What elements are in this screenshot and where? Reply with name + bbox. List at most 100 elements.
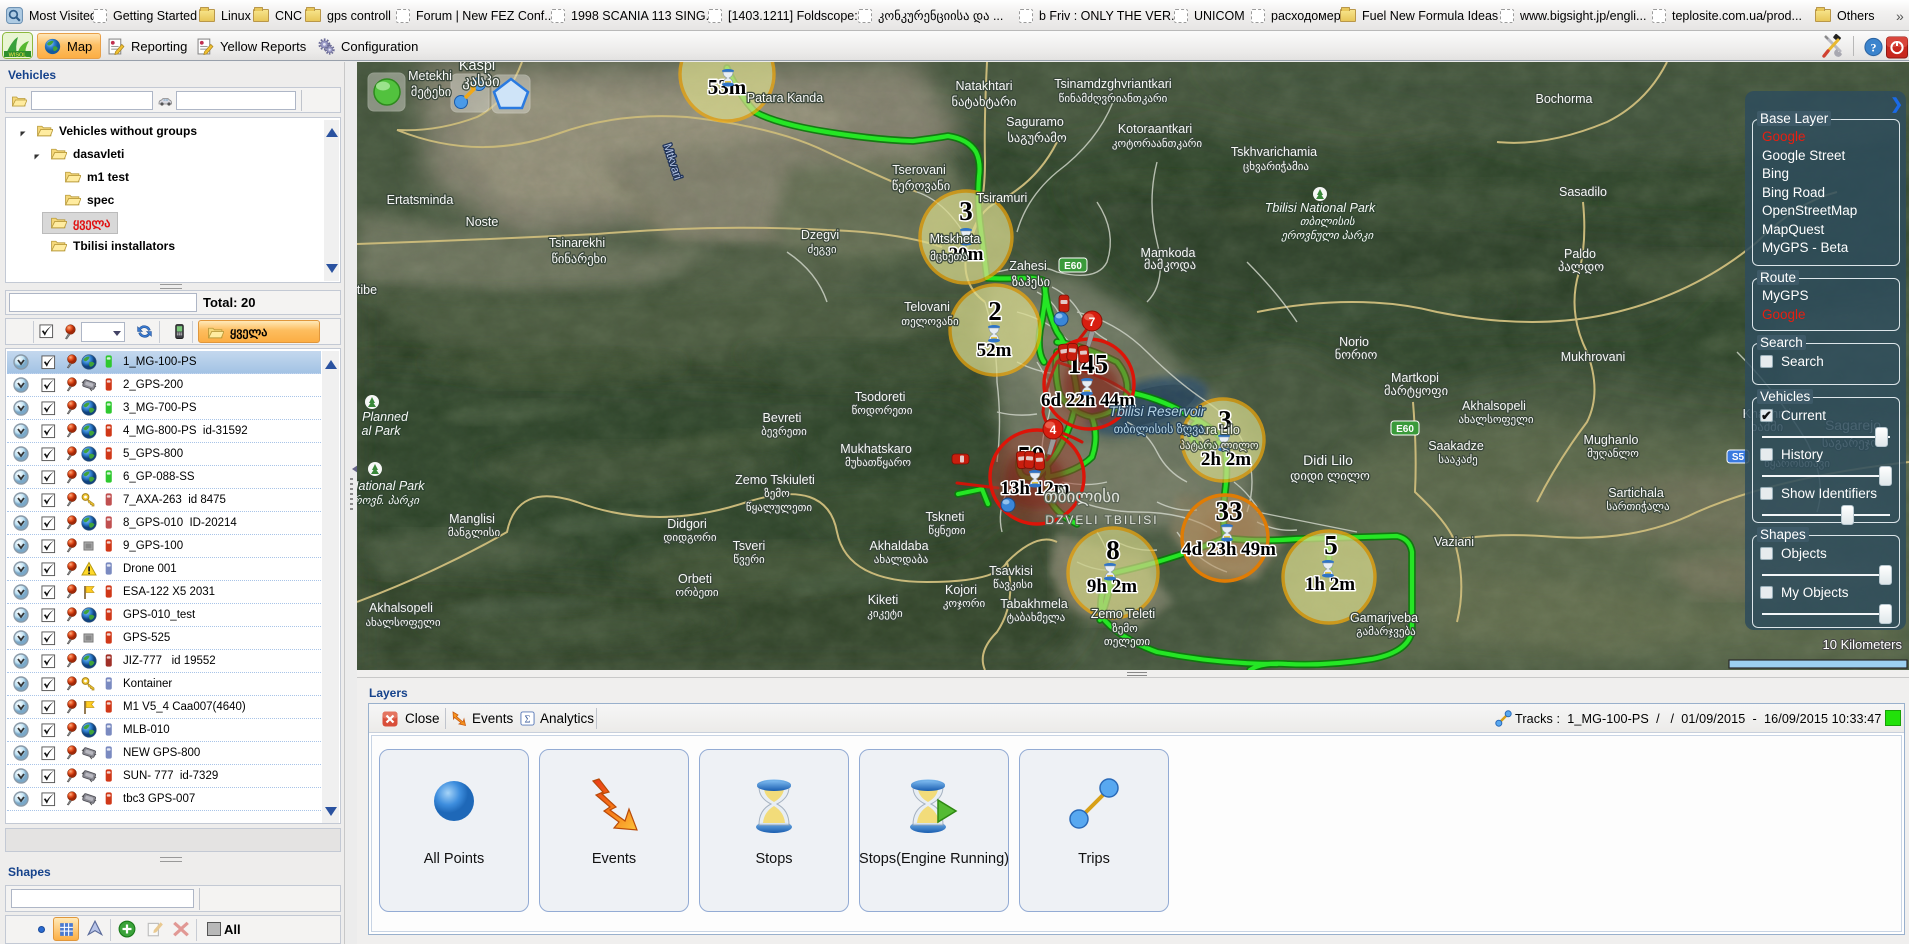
svg-text:კასპი: კასპი — [462, 73, 500, 90]
svg-text:ცხვარიჭამია: ცხვარიჭამია — [1243, 160, 1309, 173]
svg-text:?: ? — [1871, 40, 1877, 54]
svg-text:E60: E60 — [1064, 261, 1082, 272]
svg-text:3: 3 — [959, 196, 973, 226]
svg-text:Didgori: Didgori — [667, 517, 707, 531]
svg-text:Sasadilo: Sasadilo — [1559, 185, 1607, 199]
svg-text:თბილისი: თბილისი — [1044, 487, 1120, 506]
svg-text:დიდი ლილო: დიდი ლილო — [1290, 469, 1370, 483]
svg-text:წინამძღვრიანთკარი: წინამძღვრიანთკარი — [1059, 92, 1168, 105]
svg-text:მუხათწყარო: მუხათწყარო — [845, 456, 911, 469]
svg-text:თელოვანი: თელოვანი — [901, 315, 959, 328]
svg-text:Tsinamdzghvriantkari: Tsinamdzghvriantkari — [1054, 77, 1171, 91]
svg-text:ზემო: ზემო — [1112, 622, 1138, 635]
svg-text:პალდო: პალდო — [1558, 260, 1604, 274]
svg-text:Tskneti: Tskneti — [926, 510, 965, 524]
svg-text:Zemo Teleti: Zemo Teleti — [1091, 607, 1155, 621]
svg-text:სააკაძე: სააკაძე — [1438, 453, 1477, 466]
svg-text:ახალსოფელი: ახალსოფელი — [365, 616, 440, 629]
svg-text:DZVELI TBILISI: DZVELI TBILISI — [1045, 513, 1158, 527]
svg-text:E60: E60 — [1396, 424, 1414, 435]
svg-text:Kaspi: Kaspi — [459, 62, 495, 74]
svg-text:წვერი: წვერი — [733, 553, 765, 566]
svg-text:ეროვნ. პარკი: ეროვნ. პარკი — [357, 494, 420, 507]
svg-text:თბილისის ზღვა: თბილისის ზღვა — [1114, 422, 1205, 436]
svg-text:პატარა ლილო: პატარა ლილო — [1179, 439, 1258, 452]
svg-text:წეროვანი: წეროვანი — [892, 179, 951, 194]
svg-text:წყალულეთი: წყალულეთი — [746, 501, 813, 514]
svg-text:ნორიო: ნორიო — [1335, 348, 1378, 362]
svg-text:Tserovani: Tserovani — [892, 163, 946, 177]
svg-text:4: 4 — [1050, 423, 1057, 437]
svg-text:ნატახტარი: ნატახტარი — [952, 95, 1017, 110]
svg-text:Tsavkisi: Tsavkisi — [989, 564, 1033, 578]
svg-text:Tsodoreti: Tsodoreti — [855, 390, 906, 404]
svg-text:თელეთი: თელეთი — [1104, 636, 1150, 648]
svg-text:Zemo Tskiuleti: Zemo Tskiuleti — [735, 473, 815, 487]
svg-text:8: 8 — [1106, 535, 1120, 565]
svg-text:Noste: Noste — [466, 215, 499, 229]
svg-text:წინარეხი: წინარეხი — [551, 252, 607, 267]
svg-text:Akhaldaba: Akhaldaba — [869, 539, 928, 553]
svg-text:Tsiramuri: Tsiramuri — [977, 191, 1028, 205]
svg-text:ზაჰესი: ზაჰესი — [1012, 275, 1051, 290]
svg-text:მამკოდა: მამკოდა — [1144, 258, 1196, 273]
svg-text:Paldo: Paldo — [1564, 247, 1596, 261]
svg-text:Vaziani: Vaziani — [1434, 535, 1474, 549]
svg-text:National Park: National Park — [357, 479, 425, 493]
svg-text:მანგლისი: მანგლისი — [448, 526, 501, 539]
svg-text:5: 5 — [1324, 530, 1338, 560]
svg-text:დიდგორი: დიდგორი — [663, 531, 716, 544]
svg-text:Bochorma: Bochorma — [1536, 92, 1593, 106]
svg-text:Saakadze: Saakadze — [1428, 439, 1484, 453]
svg-text:წყნეთი: წყნეთი — [928, 524, 966, 537]
svg-text:Norio: Norio — [1339, 335, 1369, 349]
svg-text:Natakhtari: Natakhtari — [956, 79, 1013, 93]
svg-text:მარტყოფი: მარტყოფი — [1384, 384, 1449, 399]
svg-text:S5: S5 — [1732, 452, 1745, 463]
svg-text:Tbilisi Reservoir: Tbilisi Reservoir — [1109, 404, 1206, 419]
svg-text:Didi Lilo: Didi Lilo — [1303, 452, 1353, 468]
svg-text:ორბეთი: ორბეთი — [675, 586, 718, 599]
svg-text:52m: 52m — [977, 340, 1012, 361]
svg-text:ზემო: ზემო — [764, 487, 790, 500]
svg-text:საგურამო: საგურამო — [1007, 131, 1066, 146]
svg-text:ახალსოფელი: ახალსოფელი — [1458, 413, 1533, 426]
svg-text:Zahesi: Zahesi — [1009, 259, 1047, 273]
svg-text:Planned: Planned — [362, 410, 409, 424]
svg-text:Patara Kanda: Patara Kanda — [747, 91, 823, 105]
svg-text:Saguramo: Saguramo — [1006, 115, 1064, 129]
svg-text:Tbilisi National Park: Tbilisi National Park — [1265, 201, 1376, 215]
svg-text:Tsveri: Tsveri — [733, 539, 766, 553]
svg-text:tibe: tibe — [357, 283, 377, 297]
svg-text:Bevreti: Bevreti — [763, 411, 802, 425]
svg-text:Akhalsopeli: Akhalsopeli — [369, 601, 433, 615]
svg-text:Ertatsminda: Ertatsminda — [387, 193, 454, 207]
svg-text:მცხეთა: მცხეთა — [930, 250, 968, 263]
svg-text:Mtskheta: Mtskheta — [930, 232, 981, 246]
svg-text:თბილისის: თბილისის — [1300, 215, 1356, 228]
svg-text:Metekhi: Metekhi — [408, 69, 452, 83]
svg-text:Mukhrovani: Mukhrovani — [1561, 350, 1626, 364]
svg-text:ბევრეთი: ბევრეთი — [761, 425, 807, 438]
svg-text:Kiketi: Kiketi — [868, 593, 899, 607]
svg-text:33: 33 — [1216, 496, 1243, 526]
svg-text:10 Kilometers: 10 Kilometers — [1823, 637, 1903, 652]
svg-text:Orbeti: Orbeti — [678, 572, 712, 586]
svg-text:Mukhatskaro: Mukhatskaro — [840, 442, 912, 456]
svg-text:წავკისი: წავკისი — [993, 578, 1033, 591]
svg-text:2h 2m: 2h 2m — [1201, 449, 1251, 470]
svg-text:კოტორაანთკარი: კოტორაანთკარი — [1112, 137, 1203, 150]
svg-text:Tskhvarichamia: Tskhvarichamia — [1231, 145, 1317, 159]
svg-text:სართიჭალა: სართიჭალა — [1606, 500, 1670, 513]
svg-text:2: 2 — [988, 296, 1002, 326]
svg-text:წოდორეთი: წოდორეთი — [852, 404, 913, 417]
svg-text:Mughanlo: Mughanlo — [1584, 433, 1639, 447]
svg-text:Manglisi: Manglisi — [449, 512, 495, 526]
svg-text:ტაბახმელა: ტაბახმელა — [1007, 611, 1066, 624]
svg-text:კიკეტი: კიკეტი — [867, 608, 903, 620]
svg-text:ეროვნული პარკი: ეროვნული პარკი — [1280, 229, 1374, 242]
svg-text:მუღანლო: მუღანლო — [1587, 447, 1639, 460]
svg-text:კოჯორი: კოჯორი — [943, 597, 986, 610]
svg-text:7: 7 — [1089, 315, 1096, 329]
svg-text:გამარჯვება: გამარჯვება — [1356, 625, 1416, 638]
